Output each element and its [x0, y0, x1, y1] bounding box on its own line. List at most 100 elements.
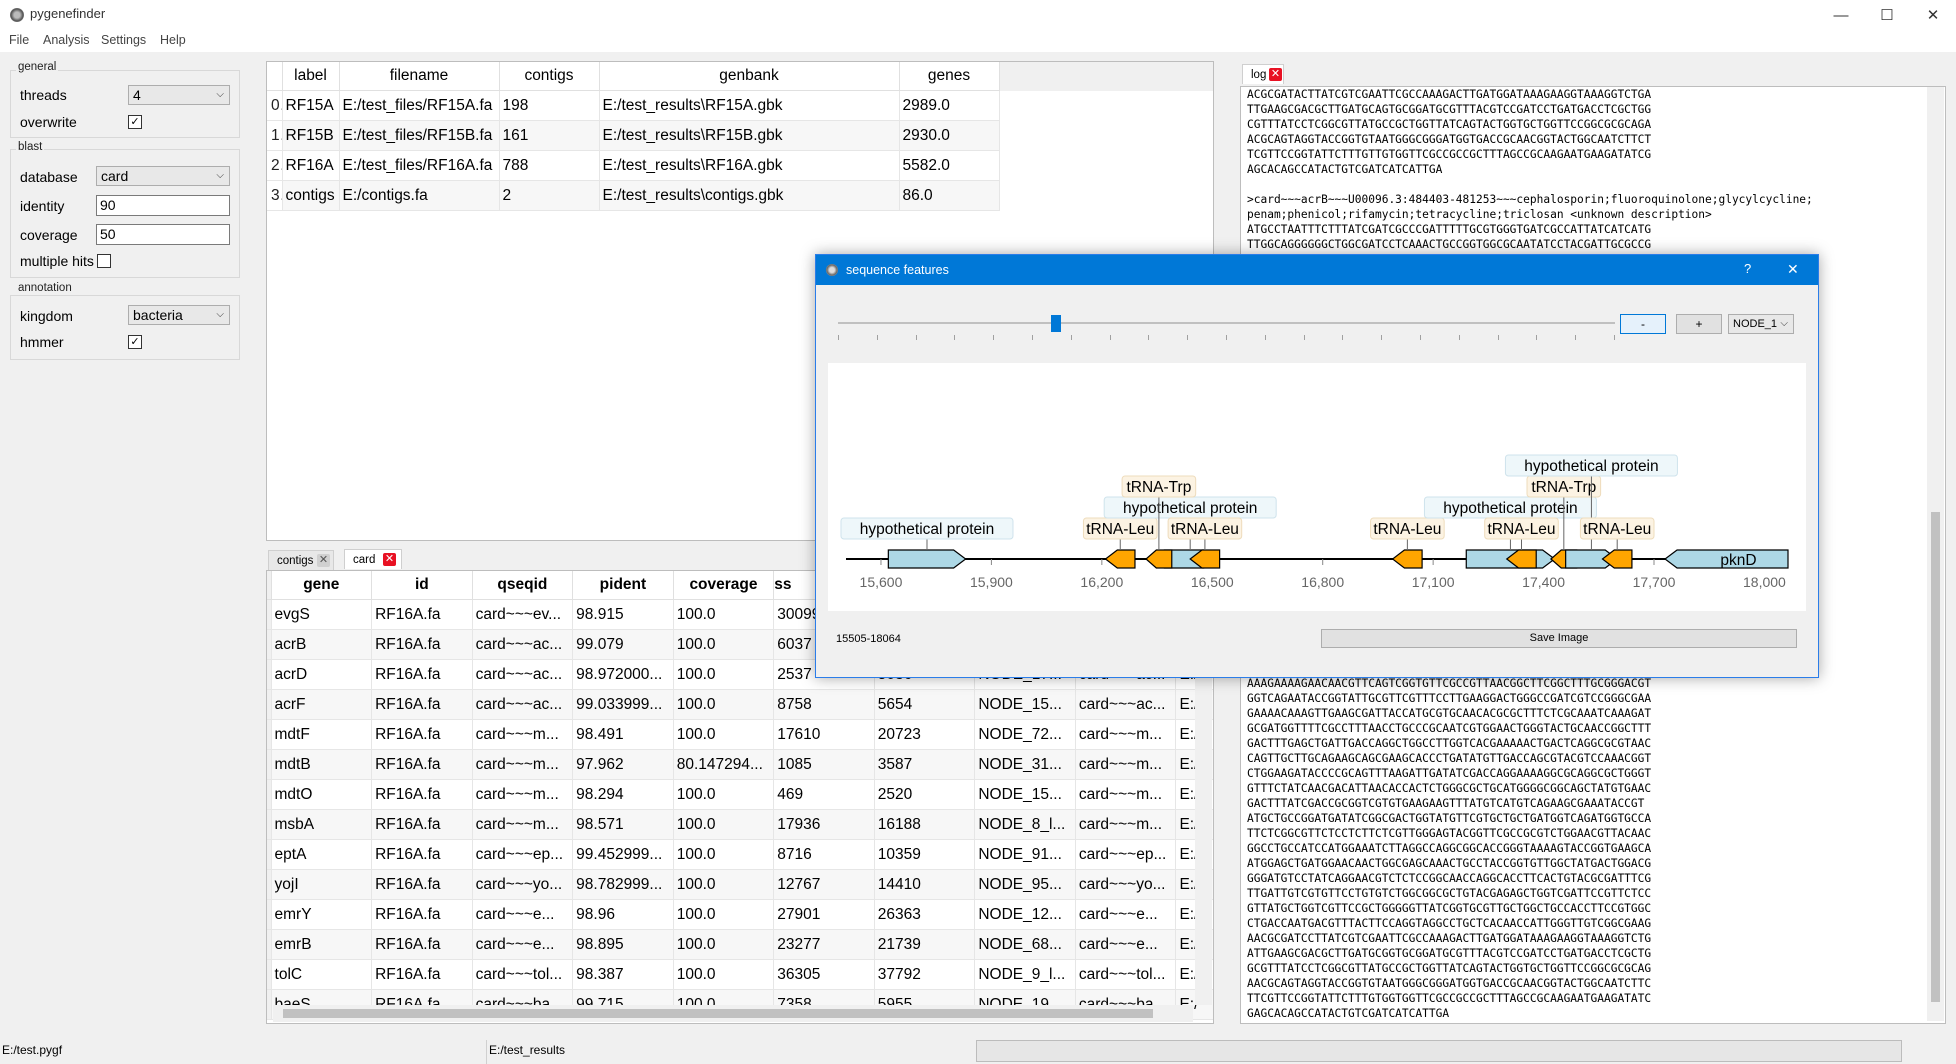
cell-label[interactable]: RF15A [282, 90, 340, 121]
tab-contigs[interactable]: contigs ✕ [268, 550, 334, 570]
cell[interactable]: 99.033999... [572, 689, 674, 720]
cell[interactable]: card~~~m... [472, 809, 574, 840]
cell[interactable]: 100.0 [673, 899, 775, 930]
cell[interactable]: acrF [271, 689, 373, 720]
cell[interactable]: tolC [271, 959, 373, 990]
cell-genbank[interactable]: E:/test_results\RF16A.gbk [599, 150, 900, 181]
cell-genes[interactable]: 2930.0 [899, 120, 1000, 151]
tab-card[interactable]: card ✕ [344, 549, 402, 569]
cell[interactable]: mdtB [271, 749, 373, 780]
cell[interactable]: 98.915 [572, 599, 674, 630]
cell[interactable]: 100.0 [673, 629, 775, 660]
cell[interactable]: 98.895 [572, 929, 674, 960]
cell[interactable]: 98.972000... [572, 659, 674, 690]
cell[interactable]: evgS [271, 599, 373, 630]
cell[interactable]: card~~~ev... [472, 599, 574, 630]
cell[interactable]: NODE_72... [974, 719, 1076, 750]
cell[interactable]: RF16A.fa [371, 869, 473, 900]
cell[interactable]: 14410 [874, 869, 976, 900]
cell[interactable]: card~~~m... [1075, 749, 1177, 780]
cell-contigs[interactable]: 161 [499, 120, 600, 151]
cell[interactable]: msbA [271, 809, 373, 840]
cell[interactable]: 98.571 [572, 809, 674, 840]
contig-select[interactable]: NODE_1 ⌵ [1728, 314, 1794, 334]
cell[interactable]: 100.0 [673, 719, 775, 750]
maximize-button[interactable]: ☐ [1864, 0, 1910, 30]
column-header-contigs[interactable]: contigs [499, 62, 600, 91]
cell[interactable]: card~~~m... [472, 779, 574, 810]
cell[interactable]: 100.0 [673, 839, 775, 870]
cell-label[interactable]: RF16A [282, 150, 340, 181]
cell[interactable]: RF16A.fa [371, 809, 473, 840]
cell[interactable]: NODE_95... [974, 869, 1076, 900]
table-row[interactable]: 2 RF16A E:/test_files/RF16A.fa 788 E:/test_r… [267, 150, 1213, 181]
cell[interactable]: 469 [773, 779, 875, 810]
cell-filename[interactable]: E:/test_files/RF15B.fa [339, 120, 500, 151]
cell[interactable]: 100.0 [673, 779, 775, 810]
cell[interactable]: 98.782999... [572, 869, 674, 900]
cell-label[interactable]: contigs [282, 180, 340, 211]
cell[interactable]: RF16A.fa [371, 719, 473, 750]
kingdom-select[interactable]: bacteria ⌵ [128, 305, 230, 325]
cell[interactable]: RF16A.fa [371, 599, 473, 630]
cell[interactable]: card~~~m... [1075, 809, 1177, 840]
log-scrollbar[interactable] [1927, 87, 1944, 1021]
menu-analysis[interactable]: Analysis [43, 33, 90, 47]
cell[interactable]: 36305 [773, 959, 875, 990]
cell[interactable]: card~~~e... [472, 899, 574, 930]
cell[interactable]: NODE_9_l... [974, 959, 1076, 990]
cell-filename[interactable]: E:/test_files/RF16A.fa [339, 150, 500, 181]
cell[interactable]: card~~~yo... [472, 869, 574, 900]
table-row[interactable]: tolC RF16A.fa card~~~tol... 98.387 100.0 3630… [267, 959, 1213, 990]
cell[interactable]: 1085 [773, 749, 875, 780]
cell[interactable]: card~~~ac... [1075, 689, 1177, 720]
cell-filename[interactable]: E:/test_files/RF15A.fa [339, 90, 500, 121]
table-row[interactable]: acrF RF16A.fa card~~~ac... 99.033999... 100.… [267, 689, 1213, 720]
horizontal-scrollbar[interactable] [273, 1005, 1193, 1022]
cell[interactable]: 98.96 [572, 899, 674, 930]
cell[interactable]: RF16A.fa [371, 659, 473, 690]
cell[interactable]: 100.0 [673, 599, 775, 630]
cell-contigs[interactable]: 788 [499, 150, 600, 181]
zoom-slider-track[interactable] [838, 322, 1615, 324]
cell[interactable]: 8758 [773, 689, 875, 720]
cell[interactable]: mdtF [271, 719, 373, 750]
cell[interactable]: 17610 [773, 719, 875, 750]
cell[interactable]: NODE_68... [974, 929, 1076, 960]
cell-genbank[interactable]: E:/test_results\contigs.gbk [599, 180, 900, 211]
cell[interactable]: eptA [271, 839, 373, 870]
cell[interactable]: 80.147294... [673, 749, 775, 780]
cell[interactable]: RF16A.fa [371, 959, 473, 990]
cell[interactable]: 20723 [874, 719, 976, 750]
cell[interactable]: card~~~ac... [472, 629, 574, 660]
cell[interactable]: 12767 [773, 869, 875, 900]
cell[interactable]: 99.079 [572, 629, 674, 660]
horizontal-scrollbar-thumb[interactable] [283, 1009, 1153, 1018]
zoom-slider-handle[interactable] [1050, 315, 1061, 332]
coverage-input[interactable]: 50 [96, 224, 230, 245]
identity-input[interactable]: 90 [96, 195, 230, 216]
cell-genes[interactable]: 5582.0 [899, 150, 1000, 181]
cell-label[interactable]: RF15B [282, 120, 340, 151]
table-row[interactable]: mdtB RF16A.fa card~~~m... 97.962 80.147294..… [267, 749, 1213, 780]
cell[interactable]: emrY [271, 899, 373, 930]
column-header-genbank[interactable]: genbank [599, 62, 900, 91]
log-scrollbar-thumb[interactable] [1931, 512, 1940, 1002]
cell-contigs[interactable]: 198 [499, 90, 600, 121]
cell[interactable]: RF16A.fa [371, 689, 473, 720]
close-window-button[interactable]: ✕ [1910, 0, 1956, 30]
cell[interactable]: NODE_91... [974, 839, 1076, 870]
cell[interactable]: 26363 [874, 899, 976, 930]
cell[interactable]: 2520 [874, 779, 976, 810]
zoom-in-button[interactable]: + [1676, 314, 1722, 334]
table-row[interactable]: 0 RF15A E:/test_files/RF15A.fa 198 E:/test_r… [267, 90, 1213, 121]
cell-genbank[interactable]: E:/test_results\RF15B.gbk [599, 120, 900, 151]
cell[interactable]: 3587 [874, 749, 976, 780]
cell[interactable]: 21739 [874, 929, 976, 960]
dialog-close-button[interactable]: ✕ [1787, 261, 1799, 278]
cell[interactable]: RF16A.fa [371, 899, 473, 930]
cell[interactable]: card~~~e... [1075, 899, 1177, 930]
zoom-out-button[interactable]: - [1620, 314, 1666, 334]
cell[interactable]: 16188 [874, 809, 976, 840]
cell[interactable]: 5654 [874, 689, 976, 720]
